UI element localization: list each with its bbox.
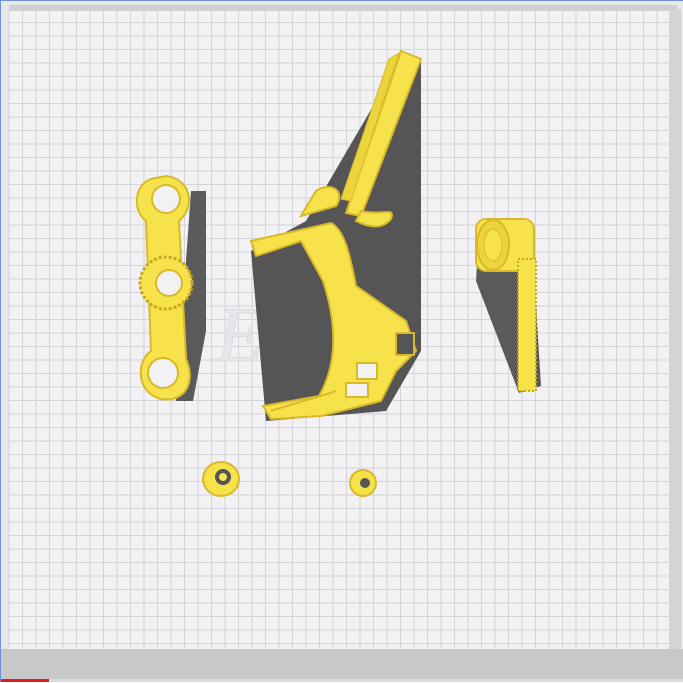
build-plate-front-edge [1, 649, 683, 679]
model-small-spacer-ring[interactable] [202, 461, 240, 497]
build-plate-right-edge [669, 9, 681, 649]
3d-viewport[interactable]: Ender [0, 0, 683, 682]
build-plate-scene[interactable]: Ender [1, 1, 683, 683]
model-linkage-arm-with-gear[interactable] [135, 174, 206, 401]
model-small-pin-washer[interactable] [349, 469, 377, 497]
build-plate-top-edge [9, 5, 677, 11]
